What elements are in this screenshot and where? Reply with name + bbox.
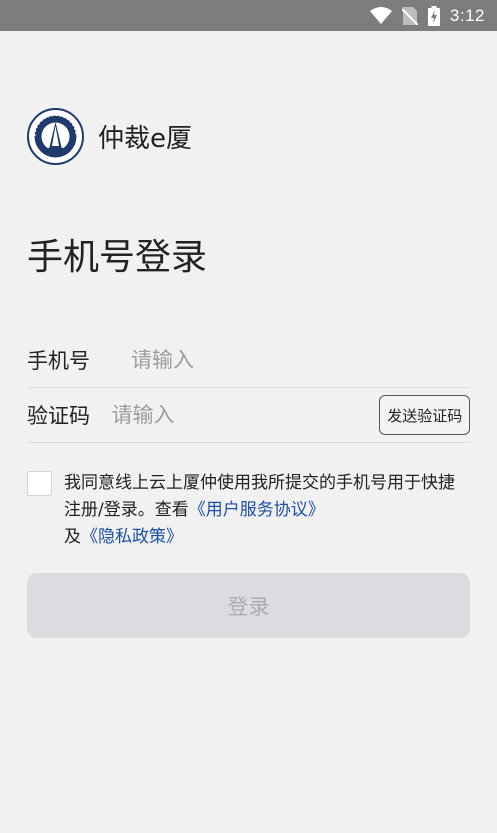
- no-sim-icon: [401, 6, 418, 25]
- code-input[interactable]: [111, 403, 380, 427]
- status-bar: 3:12: [0, 0, 497, 31]
- app-name: 仲裁e厦: [98, 124, 192, 154]
- arbitration-commission-seal-icon: [27, 108, 84, 165]
- privacy-policy-link[interactable]: 《隐私政策》: [81, 527, 183, 547]
- phone-label: 手机号: [27, 349, 90, 373]
- login-button[interactable]: 登录: [27, 573, 470, 638]
- agreement-text-2: 及: [64, 527, 81, 547]
- agreement-text: 我同意线上云上厦仲使用我所提交的手机号用于快捷注册/登录。查看《用户服务协议》 …: [64, 470, 471, 551]
- code-row: 验证码 发送验证码: [27, 388, 470, 443]
- battery-charging-icon: [427, 5, 440, 26]
- status-time: 3:12: [449, 5, 485, 25]
- agreement: 我同意线上云上厦仲使用我所提交的手机号用于快捷注册/登录。查看《用户服务协议》 …: [27, 470, 471, 551]
- send-code-button[interactable]: 发送验证码: [379, 395, 470, 435]
- user-agreement-link[interactable]: 《用户服务协议》: [189, 500, 325, 520]
- brand-header: 仲裁e厦: [27, 108, 192, 165]
- agreement-checkbox[interactable]: [27, 471, 52, 496]
- code-label: 验证码: [27, 404, 90, 428]
- phone-row: 手机号: [27, 333, 470, 388]
- page-title: 手机号登录: [27, 237, 208, 278]
- phone-input[interactable]: [131, 348, 470, 372]
- wifi-icon: [369, 7, 392, 24]
